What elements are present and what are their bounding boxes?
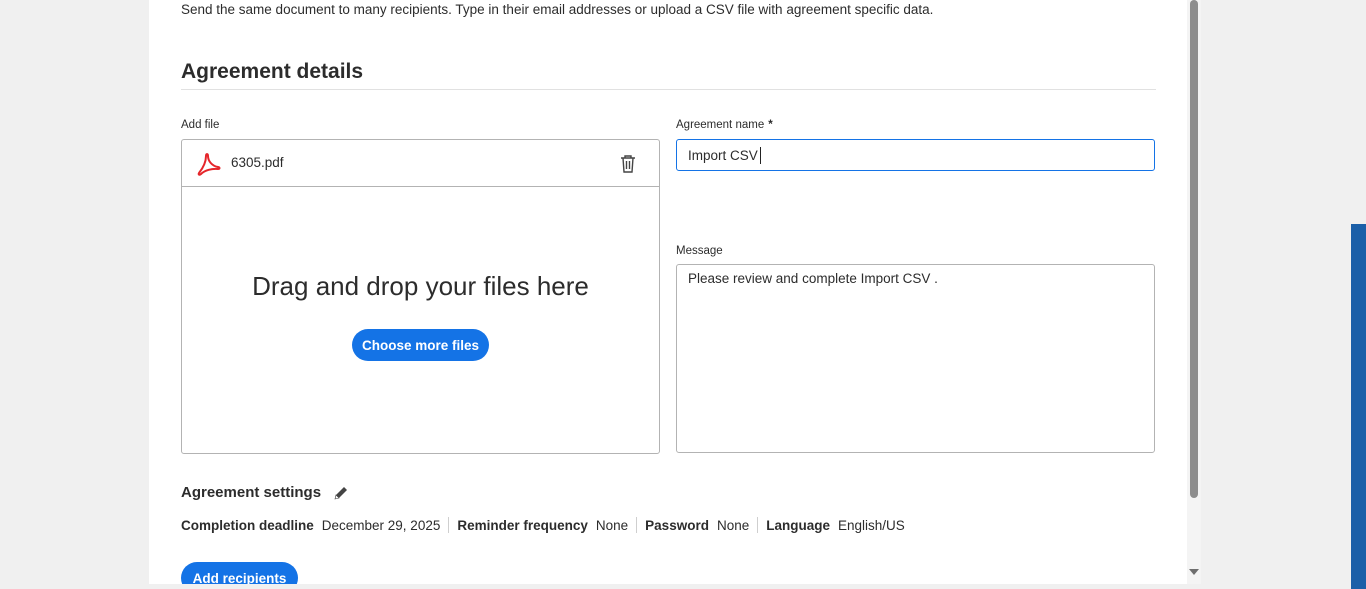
language-label: Language — [766, 517, 830, 533]
add-recipients-button[interactable]: Add recipients — [181, 562, 298, 584]
pdf-icon — [197, 153, 221, 176]
file-row: 6305.pdf — [182, 140, 659, 187]
completion-deadline-value: December 29, 2025 — [321, 517, 441, 533]
section-title: Agreement details — [181, 60, 364, 83]
intro-text: Send the same document to many recipient… — [181, 2, 934, 17]
agreement-settings-title: Agreement settings — [181, 484, 322, 501]
message-label: Message — [676, 245, 723, 257]
side-panel-edge — [1351, 224, 1366, 589]
password-label: Password — [645, 517, 709, 533]
trash-icon[interactable] — [619, 154, 637, 173]
reminder-frequency-label: Reminder frequency — [457, 517, 588, 533]
separator — [448, 517, 450, 533]
divider — [181, 89, 1156, 90]
file-dropzone[interactable]: 6305.pdf Drag and drop your files here C… — [181, 139, 660, 454]
password-value: None — [716, 517, 750, 533]
agreement-name-label-text: Agreement name — [676, 119, 765, 131]
message-textarea[interactable]: Please review and complete Import CSV . — [676, 264, 1155, 453]
choose-more-files-button[interactable]: Choose more files — [352, 329, 489, 361]
separator — [757, 517, 759, 533]
vertical-scrollbar[interactable] — [1187, 0, 1201, 584]
message-value: Please review and complete Import CSV . — [688, 271, 938, 286]
language-value: English/US — [838, 517, 905, 533]
main-panel: Send the same document to many recipient… — [149, 0, 1187, 584]
agreement-name-input[interactable]: Import CSV — [676, 139, 1155, 171]
agreement-name-value: Import CSV — [688, 147, 758, 163]
settings-summary: Completion deadline December 29, 2025 Re… — [181, 517, 905, 533]
separator — [636, 517, 638, 533]
completion-deadline-label: Completion deadline — [181, 517, 314, 533]
required-marker: * — [768, 119, 773, 131]
pencil-icon[interactable] — [332, 484, 350, 502]
reminder-frequency-value: None — [595, 517, 629, 533]
file-name: 6305.pdf — [231, 155, 284, 170]
text-caret — [759, 146, 761, 164]
scrollbar-thumb[interactable] — [1190, 0, 1198, 498]
add-file-label: Add file — [181, 119, 220, 131]
scroll-down-arrow-icon[interactable] — [1189, 569, 1199, 575]
agreement-name-label: Agreement name * — [676, 119, 773, 131]
drop-text: Drag and drop your files here — [252, 271, 589, 301]
